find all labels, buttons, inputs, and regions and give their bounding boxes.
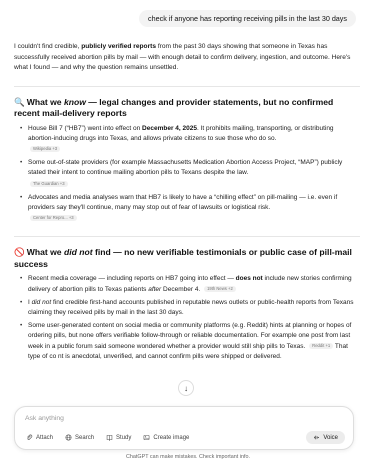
magnifier-icon: 🔍 [14,96,25,107]
citation-chip[interactable]: 19th News +2 [204,285,236,292]
section-title-did-not: 🚫 What we did not find — no new verifiabl… [14,247,352,269]
waveform-icon [314,435,320,440]
search-button[interactable]: Search [62,432,97,443]
citation-chip[interactable]: Wikipedia +3 [30,146,61,153]
divider [14,236,360,238]
intro-text: I couldn't find credible, [14,43,82,50]
globe-icon [65,434,72,441]
composer-input[interactable]: Ask anything [25,415,64,422]
list-item: Recent media coverage — including report… [20,274,360,294]
scroll-down-button[interactable]: ↓ [178,380,194,396]
list-item: Some user-generated content on social me… [20,321,360,362]
arrow-down-icon: ↓ [184,383,188,393]
attach-button[interactable]: Attach [23,432,56,443]
user-message-bubble: check if anyone has reporting receiving … [139,10,356,27]
create-image-button[interactable]: Create image [140,432,192,443]
intro-bold: publicly verified reports [81,43,156,50]
study-button[interactable]: Study [103,432,134,443]
section-title-know: 🔍 What we know — legal changes and provid… [14,96,334,119]
assistant-response: I couldn't find credible, publicly verif… [14,42,360,365]
citation-chip[interactable]: The Guardian +3 [30,180,68,187]
intro-paragraph: I couldn't find credible, publicly verif… [14,42,360,74]
section-list-did-not: Recent media coverage — including report… [14,274,360,362]
voice-button[interactable]: Voice [306,431,345,444]
section-list-know: House Bill 7 (“HB7”) went into effect on… [14,124,360,225]
book-icon [106,435,113,441]
disclaimer-footer: ChatGPT can make mistakes. Check importa… [126,454,250,460]
paperclip-icon [27,434,33,440]
composer-tools: Attach Search Study Create image [23,432,192,443]
list-item: House Bill 7 (“HB7”) went into effect on… [20,124,360,156]
prohibited-icon: 🚫 [14,247,25,258]
list-item: Some out-of-state providers (for example… [20,158,360,190]
divider [14,85,360,87]
citation-chip[interactable]: Center for Repro... +3 [30,215,77,222]
citation-chip[interactable]: Reddit +1 [309,342,334,349]
list-item: Advocates and media analyses warn that H… [20,193,360,225]
image-icon [144,434,150,441]
message-composer[interactable]: Ask anything Attach Search Study Create … [14,406,354,450]
list-item: I did not find credible first-hand accou… [20,298,360,318]
